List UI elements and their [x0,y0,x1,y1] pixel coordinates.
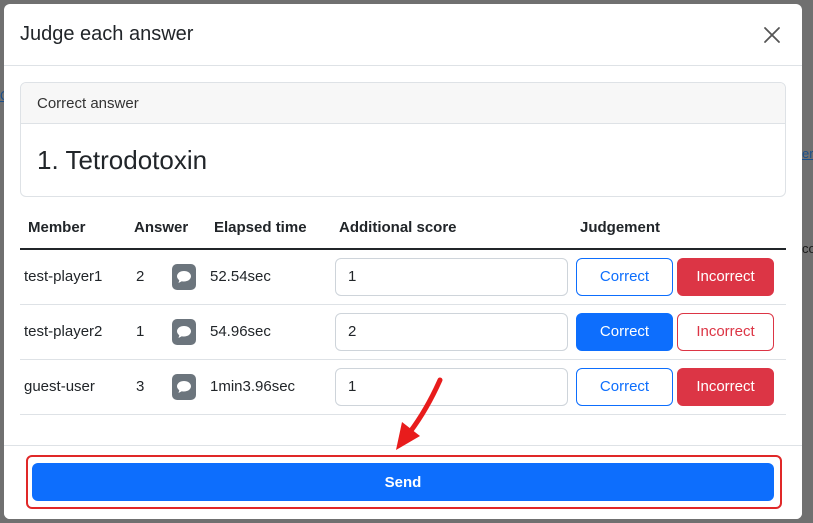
table-header-row: Member Answer Elapsed time Additional sc… [20,207,786,250]
incorrect-button[interactable]: Incorrect [677,367,774,406]
answer-number: 3 [136,378,145,395]
correct-button[interactable]: Correct [576,367,673,406]
score-cell [331,249,572,305]
incorrect-button[interactable]: Incorrect [677,257,774,296]
table-row: guest-user 3 1min3.96sec 1 Correct Incor… [20,359,786,415]
elapsed-time: 52.54sec [206,249,331,305]
chat-bubble-icon [177,380,192,393]
column-header-member: Member [20,207,126,250]
column-header-additional-score: Additional score [331,207,572,250]
member-name: test-player2 [20,304,126,360]
background-text: co [802,241,813,256]
additional-score-input[interactable] [335,367,568,406]
chat-button[interactable] [172,318,197,345]
score-cell [331,304,572,360]
chat-bubble-icon [177,270,192,283]
additional-score-input[interactable] [335,312,568,351]
table-row: test-player2 1 54.96sec 2 Correct Incorr… [20,304,786,360]
column-header-judgement: Judgement [572,207,786,250]
member-name: guest-user [20,359,126,415]
modal-footer: Send [4,445,802,519]
send-button[interactable]: Send [32,463,774,501]
column-header-answer: Answer [126,207,206,250]
chat-button[interactable] [172,373,197,400]
judge-modal: Judge each answer Correct answer 1. Tetr… [4,4,802,519]
close-button[interactable] [758,21,786,49]
answer-cell: 3 [126,359,206,415]
judgement-cell: Correct Incorrect [572,304,786,360]
correct-answer-card: Correct answer 1. Tetrodotoxin [20,82,786,197]
elapsed-time: 54.96sec [206,304,331,360]
table-row: test-player1 2 52.54sec 1 Correct Incorr… [20,249,786,305]
member-name: test-player1 [20,249,126,305]
answer-number: 2 [136,268,145,286]
additional-score-input[interactable] [335,257,568,296]
card-body: 1. Tetrodotoxin [21,124,785,196]
elapsed-time: 1min3.96sec [206,359,331,415]
modal-body: Correct answer 1. Tetrodotoxin Member An… [4,66,802,444]
judgement-cell: Correct Incorrect [572,249,786,305]
card-header: Correct answer [21,83,785,124]
answer-cell: 2 [126,249,206,305]
column-header-elapsed-time: Elapsed time [206,207,331,250]
correct-answer-text: 1. Tetrodotoxin [37,144,208,175]
correct-button[interactable]: Correct [576,257,673,296]
correct-button[interactable]: Correct [576,312,673,351]
score-cell [331,359,572,415]
answer-cell: 1 [126,304,206,360]
incorrect-button[interactable]: Incorrect [677,312,774,351]
chat-button[interactable] [172,263,197,290]
chat-bubble-icon [177,325,192,338]
modal-title: Judge each answer [20,23,194,45]
answers-table: Member Answer Elapsed time Additional sc… [20,207,786,415]
answer-number: 1 [136,323,145,340]
judgement-cell: Correct Incorrect [572,359,786,415]
background-link: er [802,146,813,161]
modal-header: Judge each answer [4,4,802,66]
close-icon [764,26,780,43]
